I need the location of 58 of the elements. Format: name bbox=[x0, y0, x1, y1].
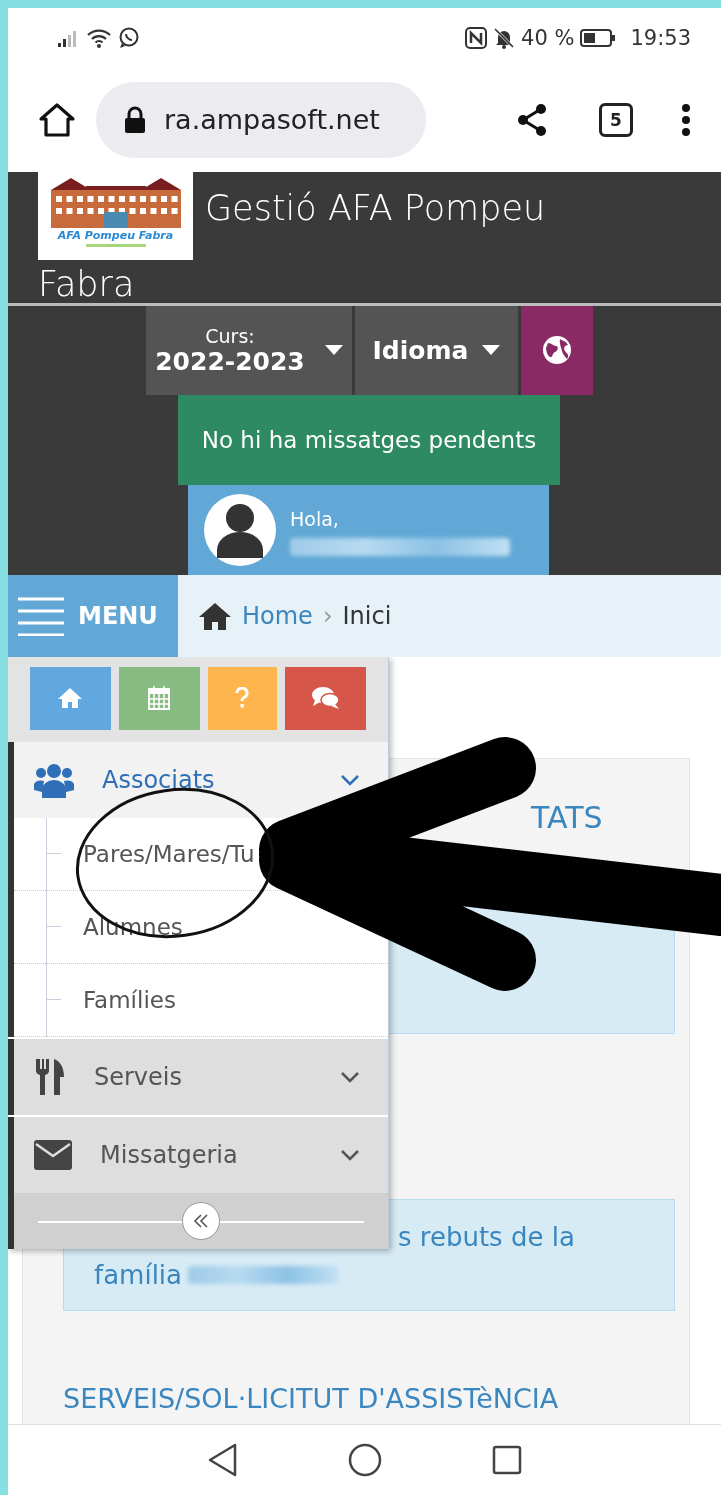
square-recents-icon bbox=[491, 1445, 522, 1476]
info-text: s rebuts de la bbox=[398, 1220, 575, 1254]
question-icon bbox=[235, 687, 250, 710]
envelope-icon bbox=[34, 1139, 72, 1170]
people-icon bbox=[34, 761, 74, 798]
address-bar[interactable]: ra.ampasoft.net bbox=[96, 81, 426, 158]
battery-icon bbox=[580, 27, 617, 48]
breadcrumb-separator: › bbox=[322, 601, 333, 630]
back-button[interactable] bbox=[207, 1443, 238, 1478]
globe-button[interactable] bbox=[521, 305, 593, 395]
messages-notice: No hi ha missatges pendents bbox=[178, 394, 560, 485]
globe-icon bbox=[542, 335, 572, 366]
chat-bubble-icon bbox=[118, 26, 140, 49]
quick-link-button[interactable] bbox=[30, 666, 111, 730]
double-chevron-left-icon bbox=[193, 1213, 209, 1228]
course-dropdown[interactable]: Curs: 2022-2023 bbox=[146, 305, 352, 395]
site-title: Gestió AFA Pompeu bbox=[205, 186, 546, 230]
bell-off-icon bbox=[493, 26, 516, 49]
calendar-icon bbox=[148, 686, 171, 711]
home-icon[interactable] bbox=[38, 101, 76, 138]
caret-icon bbox=[324, 345, 343, 356]
home-icon bbox=[57, 687, 84, 710]
section-heading: SERVEIS/SOL·LICITUT D'ASSISTèNCIA bbox=[63, 1382, 560, 1414]
recents-button[interactable] bbox=[491, 1445, 522, 1476]
caret-icon bbox=[482, 345, 501, 356]
lock-icon bbox=[124, 105, 146, 134]
more-icon[interactable] bbox=[681, 102, 691, 137]
site-title: Fabra bbox=[38, 263, 135, 304]
menu-section[interactable]: Associats bbox=[8, 741, 388, 818]
tab-count-button[interactable]: 5 bbox=[599, 102, 633, 137]
collapse-button[interactable] bbox=[182, 1201, 220, 1240]
menu-item[interactable]: Pares/Mares/Tu bbox=[83, 840, 255, 867]
battery-percent: 40 % bbox=[521, 25, 575, 50]
menu-item[interactable]: Famílies bbox=[83, 986, 176, 1013]
menu-section[interactable]: Serveis bbox=[8, 1038, 388, 1115]
clock: 19:53 bbox=[630, 25, 691, 50]
chevron-down-icon bbox=[340, 1148, 360, 1161]
share-icon[interactable] bbox=[515, 102, 549, 137]
nfc-icon bbox=[465, 26, 488, 49]
greeting: Hola, bbox=[290, 507, 339, 530]
wifi-icon bbox=[86, 27, 112, 48]
triangle-back-icon bbox=[207, 1443, 238, 1478]
circle-home-icon bbox=[347, 1443, 382, 1478]
breadcrumb-current: Inici bbox=[342, 601, 392, 630]
menu-section[interactable]: Missatgeria bbox=[8, 1116, 388, 1193]
home-nav-button[interactable] bbox=[347, 1443, 382, 1478]
language-dropdown[interactable]: Idioma bbox=[355, 305, 518, 395]
info-text: família bbox=[94, 1258, 183, 1292]
school-logo: AFA Pompeu Fabra bbox=[38, 171, 193, 260]
fork-knife-icon bbox=[34, 1058, 66, 1095]
chevron-down-icon bbox=[340, 773, 360, 786]
quick-link-button[interactable] bbox=[285, 666, 366, 730]
chevron-down-icon bbox=[340, 1070, 360, 1083]
home-icon bbox=[198, 600, 232, 631]
chat-icon bbox=[310, 686, 341, 711]
section-heading: TATS bbox=[531, 798, 604, 837]
menu-icon bbox=[16, 595, 66, 636]
avatar-silhouette-icon bbox=[215, 501, 265, 558]
